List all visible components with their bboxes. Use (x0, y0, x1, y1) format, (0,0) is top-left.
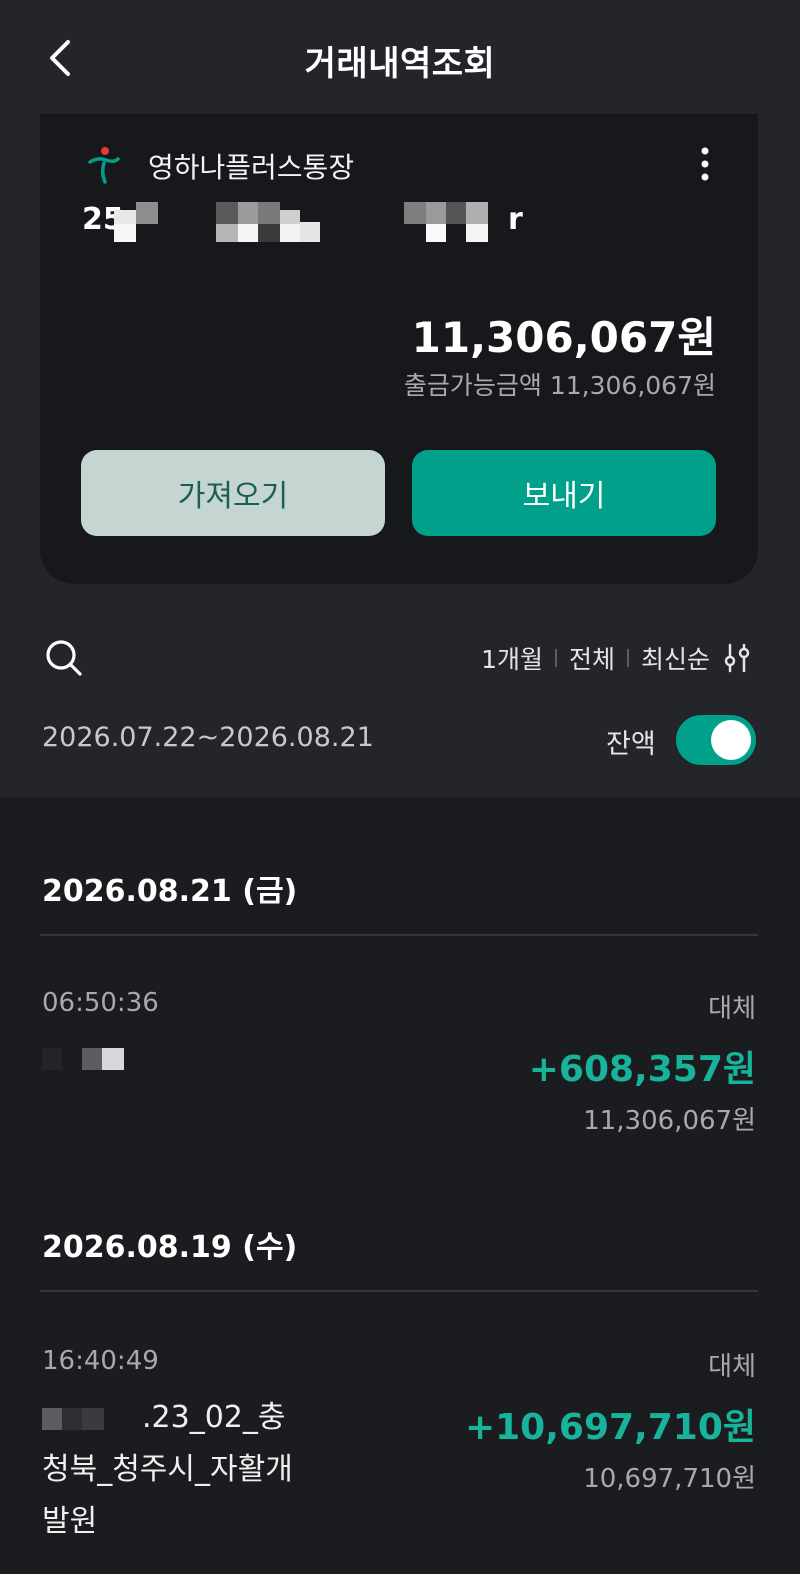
masked-digits (426, 224, 446, 242)
transaction-amount: +608,357원 (528, 1049, 756, 1090)
masked-digits (446, 202, 466, 224)
transaction-type: 대체 (708, 994, 756, 1024)
send-money-button[interactable]: 보내기 (412, 450, 716, 536)
description-line: 발원 (42, 1504, 98, 1539)
transaction-amount: +10,697,710원 (464, 1407, 756, 1448)
filter-separator (554, 649, 557, 667)
masked-digits (216, 224, 238, 242)
filter-sliders-icon[interactable] (722, 641, 752, 675)
day-header: 2026.08.21 (금) (42, 874, 298, 909)
page-title: 거래내역조회 (304, 44, 496, 84)
balance-after: 10,697,710원 (583, 1464, 756, 1494)
masked-digits (280, 224, 300, 242)
transaction-type: 대체 (708, 1352, 756, 1382)
transaction-time: 16:40:49 (42, 1346, 159, 1376)
masked-digits (136, 202, 158, 224)
description-line: 청북_청주시_자활개 (42, 1452, 293, 1487)
day-header: 2026.08.19 (수) (42, 1230, 298, 1265)
masked-digits (300, 222, 320, 242)
masked-digits (258, 202, 280, 224)
masked-description (42, 1048, 124, 1070)
masked-digits (238, 224, 258, 242)
account-balance: 11,306,067원 (411, 313, 716, 362)
filter-period[interactable]: 1개월 (481, 640, 543, 676)
account-number-suffix: r (508, 202, 523, 237)
masked-digits (466, 202, 488, 224)
masked-digits (426, 202, 446, 224)
description-line: .23_02_충 (142, 1400, 286, 1435)
masked-digits (114, 224, 136, 242)
balance-toggle-label: 잔액 (606, 729, 656, 760)
transaction-item[interactable]: 06:50:36 대체 +608,357원 11,306,067원 (0, 988, 800, 1138)
masked-digits (216, 202, 238, 224)
filter-separator (626, 649, 629, 667)
header: 거래내역조회 (0, 0, 800, 114)
account-name: 영하나플러스통장 (148, 151, 355, 184)
transaction-description: .23_02_충 청북_청주시_자활개 발원 (42, 1392, 293, 1548)
search-icon (46, 640, 82, 676)
transaction-time: 06:50:36 (42, 988, 159, 1018)
divider (40, 1290, 758, 1292)
filter-order[interactable]: 최신순 (641, 640, 710, 676)
transaction-item[interactable]: 16:40:49 대체 .23_02_충 청북_청주시_자활개 발원 +10,6… (0, 1346, 800, 1546)
account-number: 25 r (82, 202, 523, 242)
bring-money-button[interactable]: 가져오기 (81, 450, 385, 536)
balance-toggle[interactable] (676, 715, 756, 765)
toggle-knob (711, 720, 751, 760)
more-options-button[interactable] (688, 142, 722, 186)
filter-row[interactable]: 1개월 전체 최신순 (481, 640, 752, 676)
masked-digits (258, 224, 280, 242)
balance-after: 11,306,067원 (583, 1106, 756, 1136)
filter-scope[interactable]: 전체 (569, 640, 615, 676)
masked-digits (466, 224, 488, 242)
masked-digits (238, 202, 258, 224)
masked-digits (404, 202, 426, 224)
more-vertical-icon (701, 147, 709, 181)
search-button[interactable] (44, 638, 84, 678)
date-range: 2026.07.22~2026.08.21 (42, 722, 374, 753)
divider (40, 934, 758, 936)
account-card: 영하나플러스통장 25 r 11,306,067원 출금가능금액 11,306,… (40, 114, 758, 584)
available-amount: 출금가능금액 11,306,067원 (403, 371, 716, 400)
hana-bank-logo-icon (88, 147, 120, 184)
